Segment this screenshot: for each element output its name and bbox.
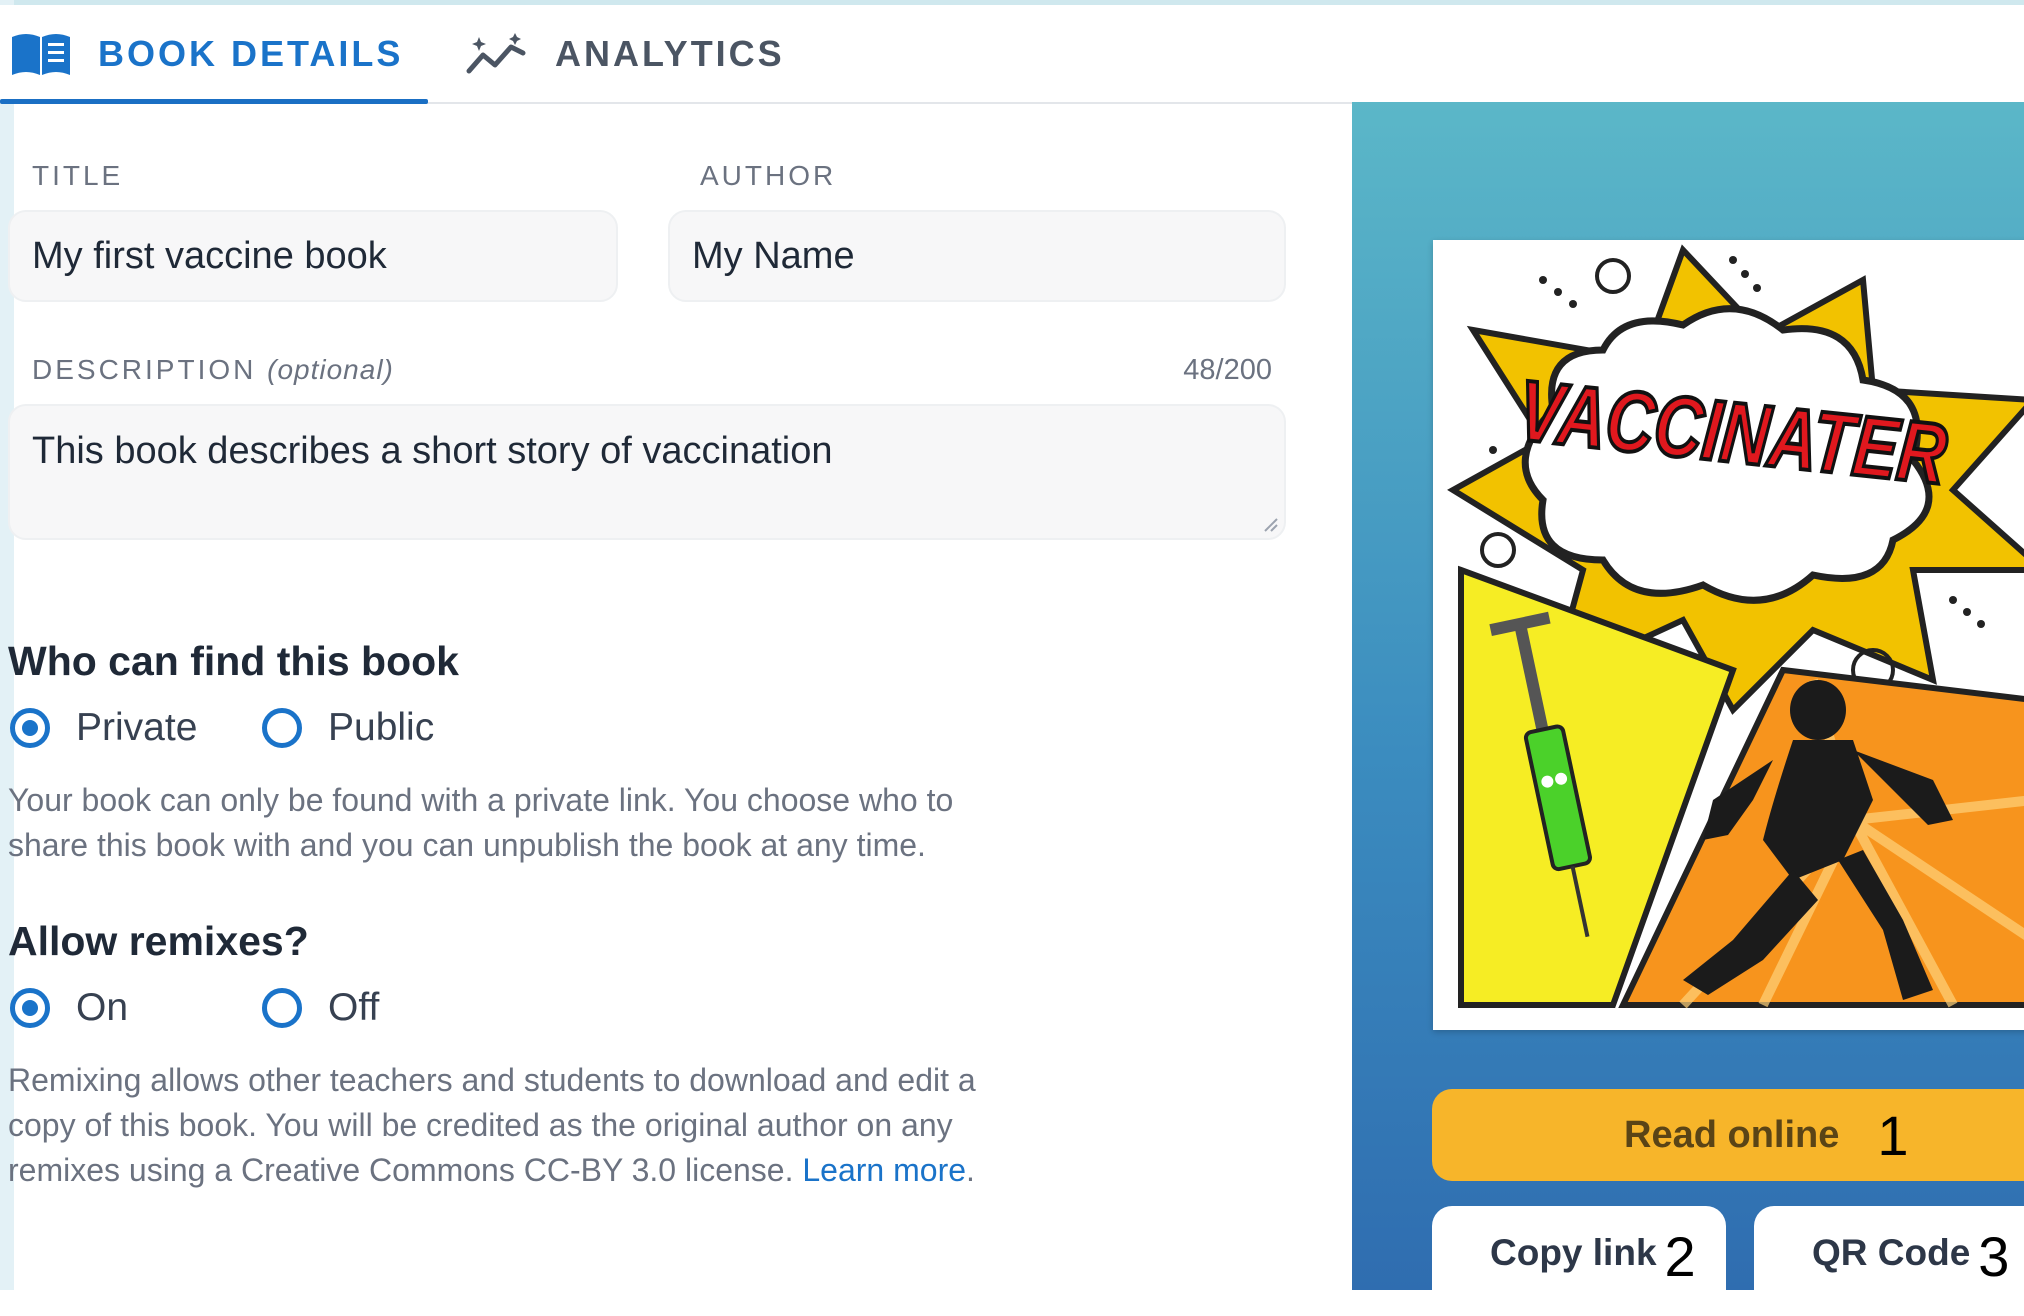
tab-bar: BOOK DETAILS ANALYTICS xyxy=(0,5,2024,104)
remix-off-option[interactable]: Off xyxy=(262,986,379,1030)
tab-book-details[interactable]: BOOK DETAILS xyxy=(10,5,403,102)
remix-help-period: . xyxy=(966,1152,975,1188)
active-tab-indicator xyxy=(0,99,428,104)
radio-private-label: Private xyxy=(76,706,198,749)
visibility-help-line1: Your book can only be found with a priva… xyxy=(8,782,954,818)
copy-link-button[interactable]: Copy link 2 xyxy=(1432,1206,1726,1316)
visibility-public-option[interactable]: Public xyxy=(262,706,434,750)
learn-more-link[interactable]: Learn more xyxy=(802,1152,966,1188)
tab-analytics-label: ANALYTICS xyxy=(555,32,785,74)
copy-link-number: 2 xyxy=(1664,1225,1696,1288)
radio-public[interactable] xyxy=(262,708,302,748)
resize-handle-icon[interactable] xyxy=(1262,516,1278,532)
read-online-label: Read online xyxy=(1624,1113,1840,1156)
qr-code-button[interactable]: QR Code 3 xyxy=(1754,1206,2024,1316)
description-text: This book describes a short story of vac… xyxy=(32,430,833,472)
radio-remix-off[interactable] xyxy=(262,988,302,1028)
title-input[interactable]: My first vaccine book xyxy=(8,210,618,302)
copy-link-label: Copy link xyxy=(1490,1232,1657,1273)
tab-analytics[interactable]: ANALYTICS xyxy=(465,5,785,102)
description-label: DESCRIPTION (optional) xyxy=(32,354,394,386)
remix-help-line3-wrap: remixes using a Creative Commons CC-BY 3… xyxy=(8,1148,976,1193)
remix-help-text: Remixing allows other teachers and stude… xyxy=(8,1058,976,1193)
visibility-help-line2: share this book with and you can unpubli… xyxy=(8,827,926,863)
remix-help-line2: copy of this book. You will be credited … xyxy=(8,1107,953,1143)
visibility-private-option[interactable]: Private xyxy=(10,706,197,750)
book-cover-image[interactable]: VACCINATER xyxy=(1433,240,2024,1030)
description-optional: (optional) xyxy=(267,354,394,385)
visibility-heading: Who can find this book xyxy=(8,638,459,684)
remix-heading: Allow remixes? xyxy=(8,918,309,964)
comic-cover-illustration: VACCINATER xyxy=(1433,240,2024,1030)
author-input[interactable]: My Name xyxy=(668,210,1286,302)
sparkline-icon xyxy=(465,31,529,77)
tab-book-details-label: BOOK DETAILS xyxy=(98,32,404,74)
title-label: TITLE xyxy=(32,160,124,191)
radio-remix-off-label: Off xyxy=(328,986,380,1029)
visibility-help-text: Your book can only be found with a priva… xyxy=(8,778,953,868)
book-icon xyxy=(10,31,72,77)
radio-remix-on-label: On xyxy=(76,986,129,1029)
radio-remix-on[interactable] xyxy=(10,988,50,1028)
description-char-counter: 48/200 xyxy=(1183,354,1272,386)
read-online-number: 1 xyxy=(1877,1103,1909,1167)
radio-private[interactable] xyxy=(10,708,50,748)
remix-on-option[interactable]: On xyxy=(10,986,128,1030)
remix-help-line1: Remixing allows other teachers and stude… xyxy=(8,1062,976,1098)
remix-help-line3: remixes using a Creative Commons CC-BY 3… xyxy=(8,1152,794,1188)
qr-code-number: 3 xyxy=(1978,1225,2010,1288)
author-label: AUTHOR xyxy=(700,160,837,191)
description-label-text: DESCRIPTION xyxy=(32,354,257,385)
qr-code-label: QR Code xyxy=(1812,1232,1971,1273)
read-online-button[interactable]: Read online 1 xyxy=(1432,1089,2024,1181)
description-textarea[interactable]: This book describes a short story of vac… xyxy=(8,404,1286,540)
radio-public-label: Public xyxy=(328,706,435,749)
